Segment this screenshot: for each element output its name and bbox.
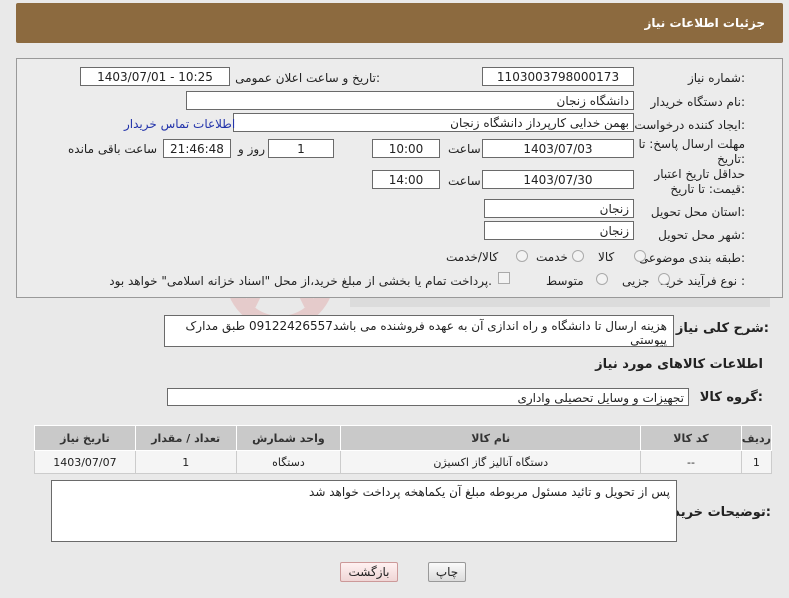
validity-time-field: 14:00 [372,170,440,189]
buyer-org-field: دانشگاه زنجان [186,91,634,110]
cell-unit: دستگاه [235,450,342,474]
category-service-radio[interactable] [572,250,584,262]
col-row: ردیف [740,425,773,451]
deadline-date-field: 1403/07/03 [482,139,634,158]
goods-section-title: اطلاعات کالاهای مورد نیاز [595,357,763,372]
treasury-payment-note: پرداخت تمام یا بخشی از مبلغ خرید،از محل … [109,274,492,288]
province-label: استان محل تحویل: [650,205,745,219]
cell-need-date: 1403/07/07 [34,450,136,474]
goods-table-header: ردیف کد کالا نام کالا واحد شمارش تعداد /… [34,425,773,451]
buyer-notes-field: پس از تحویل و تائید مسئول مربوطه مبلغ آن… [51,480,677,542]
category-service-label: خدمت [536,250,568,264]
process-medium-label: متوسط [546,274,584,288]
city-field: زنجان [484,221,634,240]
remaining-label: ساعت باقی مانده [68,142,158,156]
process-type-label: نوع فرآیند خرید : [660,274,745,288]
process-medium-radio[interactable] [596,273,608,285]
treasury-payment-checkbox[interactable] [498,272,510,284]
requester-field: بهمن خدایی کارپرداز دانشگاه زنجان [233,113,634,132]
city-label: شهر محل تحویل: [658,228,745,242]
col-need-date: تاریخ نیاز [34,425,136,451]
page-title: جزئیات اطلاعات نیاز [644,16,765,30]
col-qty: تعداد / مقدار [134,425,237,451]
need-number-label: شماره نیاز: [687,71,745,85]
validity-date-field: 1403/07/30 [482,170,634,189]
back-button[interactable]: بازگشت [340,562,398,582]
requester-label: ایجاد کننده درخواست: [634,118,745,132]
print-button[interactable]: چاپ [428,562,466,582]
buyer-contact-link[interactable]: اطلاعات تماس خریدار [124,117,235,131]
deadline-time-field: 10:00 [372,139,440,158]
validity-label: حداقل تاریخ اعتبار قیمت: تا تاریخ: [654,167,745,196]
goods-table: ردیف کد کالا نام کالا واحد شمارش تعداد /… [34,425,773,474]
category-both-label: کالا/خدمت [446,250,499,264]
buyer-org-label: نام دستگاه خریدار: [650,95,746,109]
need-description-field: هزینه ارسال تا دانشگاه و راه اندازی آن ب… [164,315,674,347]
cell-name: دستگاه آنالیز گاز اکسیژن [340,450,642,474]
announce-label: تاریخ و ساعت اعلان عمومی: [235,71,380,85]
need-number-field: 1103003798000173 [482,67,634,86]
deadline-label: مهلت ارسال پاسخ: تا تاریخ: [638,137,745,166]
cell-row: 1 [740,450,773,474]
col-unit: واحد شمارش [235,425,342,451]
province-field: زنجان [484,199,634,218]
category-goods-label: کالا [598,250,615,264]
category-both-radio[interactable] [516,250,528,262]
table-row: 1 -- دستگاه آنالیز گاز اکسیژن دستگاه 1 1… [34,450,773,474]
category-goods-radio[interactable] [634,250,646,262]
need-description-label: شرح کلی نیاز: [675,321,769,336]
process-minor-radio[interactable] [658,273,670,285]
days-label: روز و [238,142,265,156]
cell-code: -- [640,450,742,474]
col-name: نام کالا [340,425,642,451]
buyer-notes-label: توضیحات خریدار: [661,505,771,520]
page-header: جزئیات اطلاعات نیاز [16,3,783,43]
category-label: طبقه بندی موضوعی: [638,251,745,265]
col-code: کد کالا [640,425,742,451]
process-minor-label: جزیی [622,274,650,288]
goods-group-label: گروه کالا: [699,390,763,405]
deadline-time-label: ساعت [448,142,481,156]
announce-datetime-field: 1403/07/01 - 10:25 [80,67,230,86]
remaining-time-field: 21:46:48 [163,139,231,158]
goods-group-field: تجهیزات و وسایل تحصیلی واداری [167,388,689,406]
validity-time-label: ساعت [448,174,481,188]
days-remaining-field: 1 [268,139,334,158]
cell-qty: 1 [134,450,237,474]
